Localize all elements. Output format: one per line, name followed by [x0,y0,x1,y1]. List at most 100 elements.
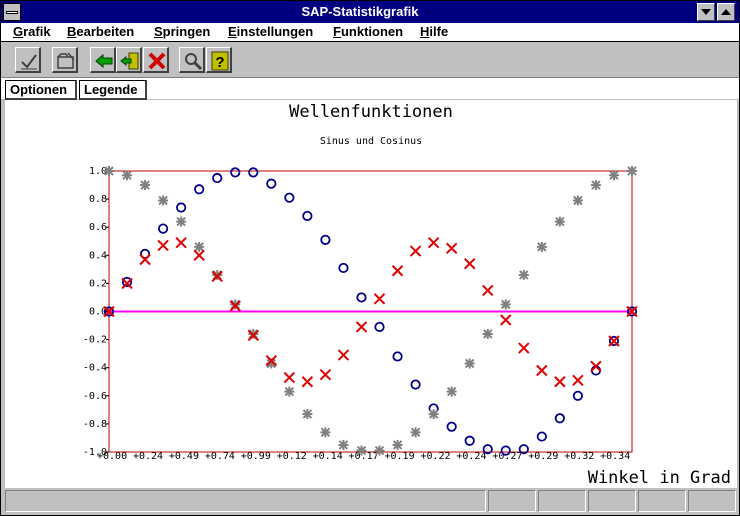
sine-point [338,262,349,274]
menu-label: ilfe [429,24,449,39]
toolbar: ? [1,43,739,77]
sine-point [230,167,241,178]
x-tick-label: +0.24 [456,451,486,462]
x-tick-label: +0.00 [97,451,127,462]
status-field-5 [688,490,736,512]
sine-point [464,435,475,446]
x-tick-label: +0.19 [385,451,415,462]
x-tick-label: +0.99 [241,451,271,462]
sine-point [212,172,223,184]
exit-button[interactable] [116,47,142,73]
cosine-point [482,328,493,339]
x-tick-label: +0.27 [492,451,522,462]
sine-point [266,178,277,189]
damped-point [409,245,422,257]
sine-point [536,431,547,442]
cancel-icon [148,52,166,70]
status-field-3 [588,490,636,512]
confirm-button[interactable] [15,47,41,73]
sine-point [356,292,367,303]
chart-area: Wellenfunktionen Sinus und Cosinus 1.0 0.… [5,100,737,488]
menu-label: instellungen [236,24,314,39]
menu-label: unktionen [340,24,404,39]
cosine-point [554,216,565,227]
cosine-point [608,170,619,181]
menu-accel: H [420,24,430,39]
damped-point [463,258,476,270]
scatter-chart: Wellenfunktionen Sinus und Cosinus 1.00.… [83,102,731,488]
y-tick-label: -0.4 [83,363,107,374]
checkmark-icon [21,54,37,70]
maximize-arrow-icon [721,9,731,15]
x-tick-label: +0.32 [564,451,594,462]
menu-grafik[interactable]: Grafik [13,24,51,39]
minimize-button[interactable] [697,3,715,21]
damped-point [500,314,512,326]
app-window: SAP-Statistikgrafik Grafik Bearbeiten Sp… [0,0,740,516]
menu-bearbeiten[interactable]: Bearbeiten [67,24,134,39]
folder-icon [57,52,75,69]
menu-accel: E [228,24,237,39]
menu-springen[interactable]: Springen [154,24,210,39]
back-button[interactable] [90,47,116,73]
damped-point [445,242,458,254]
y-tick-label: -0.8 [83,419,107,430]
status-field-1 [488,490,536,512]
cosine-point [464,358,475,369]
damped-point [518,342,530,354]
cosine-point [176,216,187,227]
cosine-point [572,195,583,206]
title-bar: SAP-Statistikgrafik [1,1,739,23]
damped-point [319,369,332,381]
sine-point [410,379,421,390]
y-tick-label: 0.2 [89,278,107,289]
damped-point [283,371,296,384]
system-menu-icon[interactable] [3,3,21,21]
save-button[interactable] [52,47,78,73]
cosine-point [338,439,349,450]
damped-point [572,374,584,387]
cosine-point [590,180,601,191]
damped-point [590,360,602,373]
options-button[interactable]: Optionen [5,80,77,100]
sine-point [248,167,259,178]
find-button[interactable] [179,47,205,73]
sine-point [176,202,187,213]
menu-einstellungen[interactable]: Einstellungen [228,24,313,39]
window-title: SAP-Statistikgrafik [301,4,419,19]
sine-point [572,390,583,401]
legend-button[interactable]: Legende [79,80,147,100]
sine-point [554,413,565,424]
y-tick-label: -0.2 [83,335,107,346]
menu-hilfe[interactable]: Hilfe [420,24,448,39]
sine-point [392,351,403,362]
damped-point [391,265,404,277]
cosine-point [284,386,295,397]
damped-point [554,376,566,388]
y-tick-label: -0.6 [83,391,107,402]
maximize-button[interactable] [717,3,735,21]
sine-point [194,184,205,195]
status-bar [1,488,739,515]
x-tick-label: +0.24 [133,451,163,462]
cancel-button[interactable] [143,47,169,73]
cosine-point [446,386,457,397]
svg-text:?: ? [215,54,224,71]
damped-point [482,284,494,297]
x-tick-label: +0.29 [528,451,558,462]
cosine-point [518,269,529,280]
damped-point [337,349,350,361]
cosine-point [320,427,331,438]
cosine-point [356,445,367,456]
status-message [5,490,486,512]
cosine-point [536,241,547,252]
x-tick-label: +0.74 [205,451,235,462]
x-tick-label: +0.12 [277,451,307,462]
menu-accel: B [67,24,77,39]
help-button[interactable]: ? [206,47,232,73]
menu-label: earbeiten [76,24,135,39]
damped-point [301,376,314,388]
menu-funktionen[interactable]: Funktionen [333,24,403,39]
menu-accel: S [154,24,163,39]
menu-label: pringen [162,24,211,39]
